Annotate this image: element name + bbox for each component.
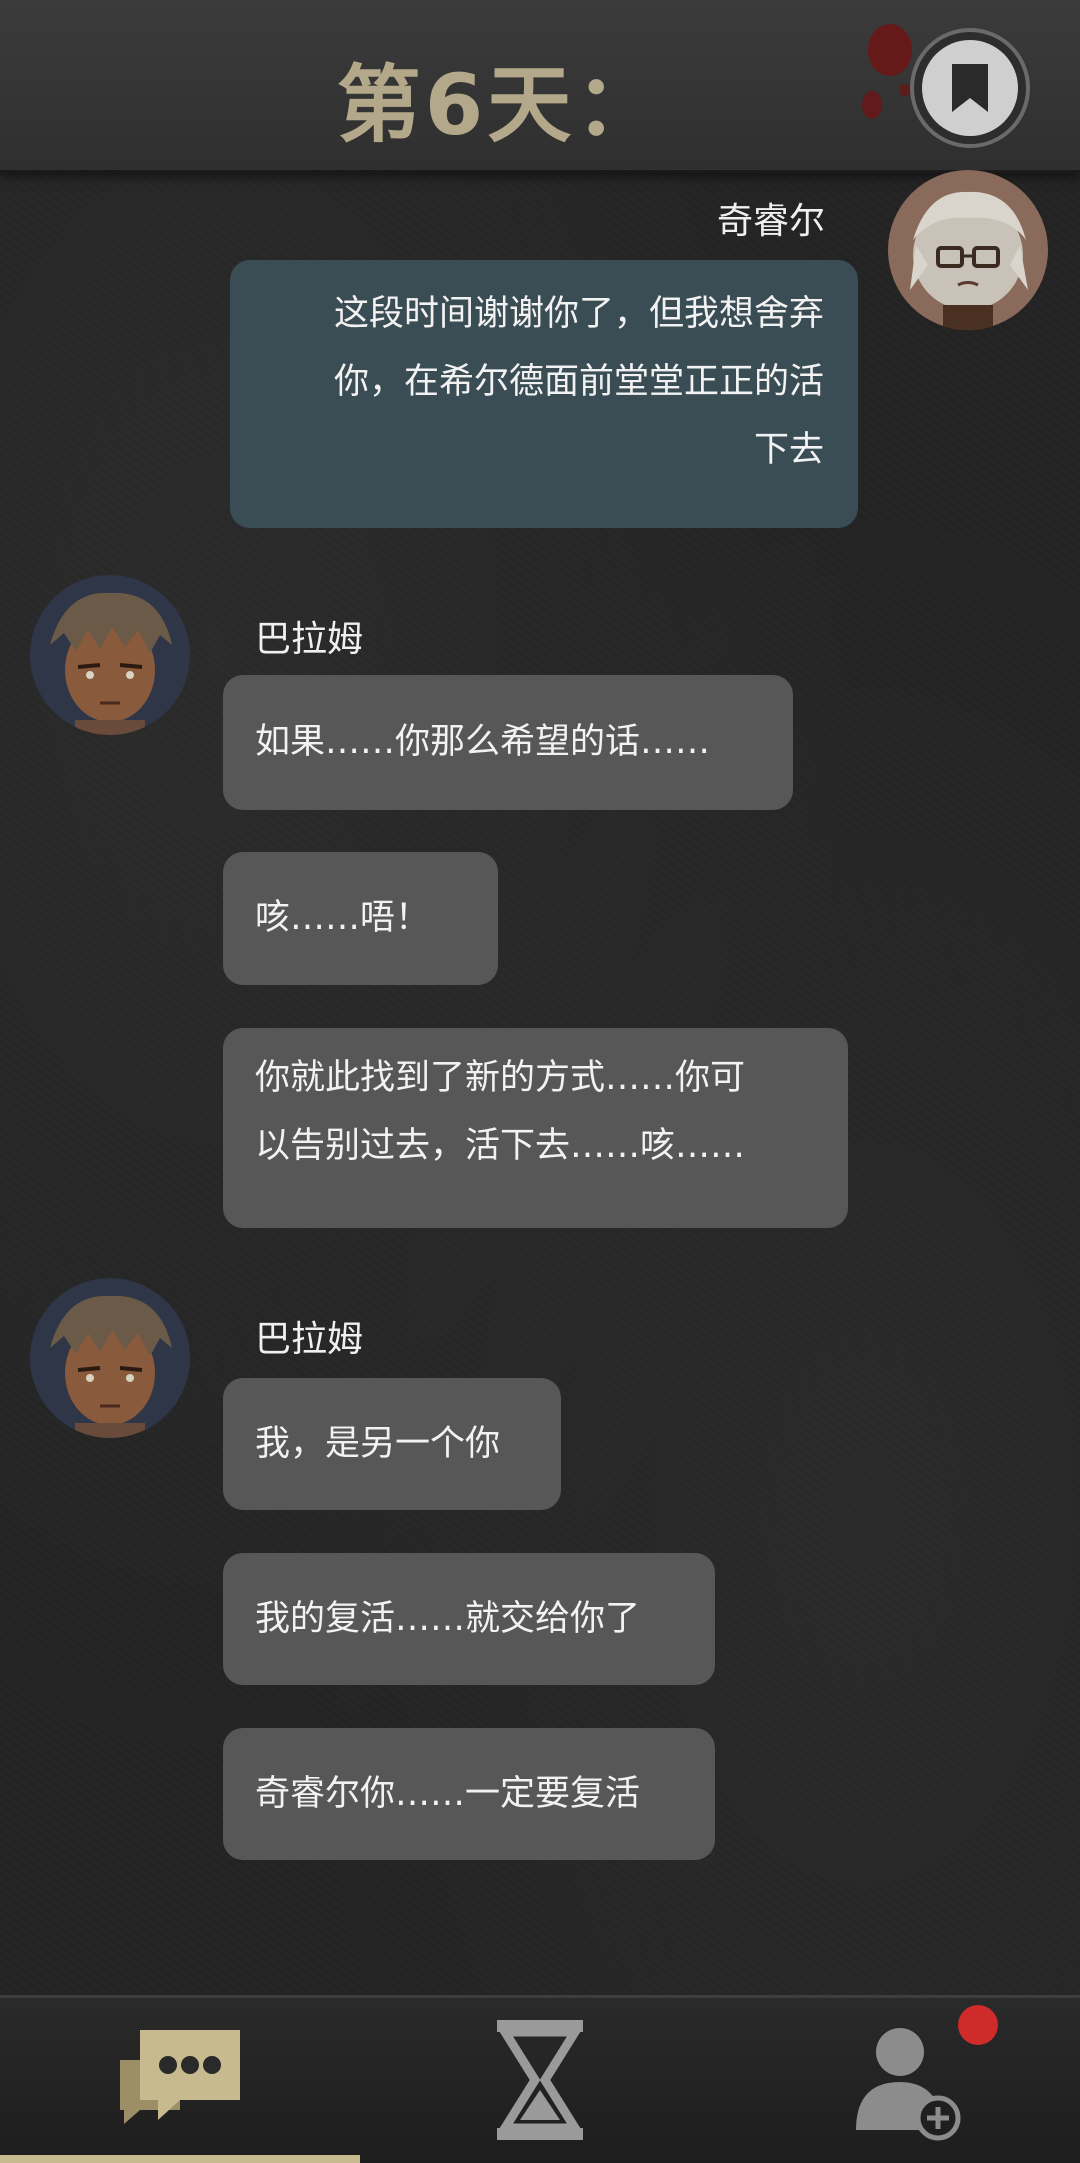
bottom-navigation [0, 1995, 1080, 2163]
sender-name: 巴拉姆 [255, 619, 364, 660]
notification-badge [958, 2005, 998, 2045]
bookmark-icon [952, 64, 988, 112]
hourglass-icon [496, 2020, 584, 2140]
message-bubble: 奇睿尔你……一定要复活 [223, 1728, 715, 1860]
avatar-balamu-image [30, 1278, 190, 1438]
message-bubble: 你就此找到了新的方式……你可 以告别过去，活下去……咳…… [223, 1028, 848, 1228]
avatar-balamu-image [30, 575, 190, 735]
avatar-qiruier[interactable] [888, 170, 1048, 330]
message-bubble: 咳……唔！ [223, 852, 498, 985]
nav-chat-button[interactable] [110, 2010, 250, 2150]
sender-name: 巴拉姆 [255, 1319, 364, 1360]
chat-bubbles-icon [120, 2030, 240, 2124]
message-bubble: 我的复活……就交给你了 [223, 1553, 715, 1685]
header-bar: 第6天： [0, 0, 1080, 173]
avatar-balamu[interactable] [30, 1278, 190, 1438]
avatar-qiruier-image [888, 170, 1048, 330]
message-bubble: 如果……你那么希望的话…… [223, 675, 793, 810]
active-tab-indicator [0, 2155, 360, 2163]
sender-name: 奇睿尔 [716, 201, 825, 242]
blood-splatter-icon [862, 24, 912, 119]
bookmark-button[interactable] [910, 28, 1030, 148]
nav-timeline-button[interactable] [470, 2010, 610, 2150]
avatar-balamu[interactable] [30, 575, 190, 735]
message-bubble-self: 这段时间谢谢你了，但我想舍弃 你，在希尔德面前堂堂正正的活 下去 [230, 260, 858, 528]
message-bubble: 我，是另一个你 [223, 1378, 561, 1510]
